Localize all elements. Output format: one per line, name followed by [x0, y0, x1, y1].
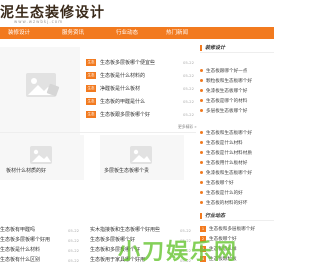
more-link[interactable]: 更多精彩 »: [178, 124, 197, 130]
news-row[interactable]: 生态 生态板多层板哪个便宜些 05-22: [86, 58, 194, 68]
news-date: 05-22: [182, 99, 194, 104]
bottom-list-item[interactable]: 生态板有什么区别: [0, 256, 40, 265]
bottom-list-date: 05-22: [68, 258, 80, 263]
news-date: 05-22: [182, 86, 194, 91]
category-tag: 生态: [86, 72, 96, 79]
news-title[interactable]: 生态板是什么材料的: [100, 71, 145, 81]
bullet-icon: [200, 191, 203, 194]
bullet-icon: [200, 89, 203, 92]
sidebar-item-label: 免漆板生态板哪个好: [206, 89, 248, 94]
news-row[interactable]: 生态 净醛板是什么板材 05-22: [86, 84, 194, 94]
news-date: 05-22: [182, 73, 194, 78]
sidebar-item[interactable]: 生态板的材料的好坏: [200, 199, 247, 208]
category-tag: 生态: [86, 98, 96, 105]
sidebar-item[interactable]: 生态板跟哪个好一点: [200, 67, 247, 76]
sidebar-section-title: 装修设计: [205, 45, 226, 51]
sidebar-item-label: 生态板和生态板哪个好: [206, 131, 252, 136]
news-title[interactable]: 净醛板是什么板材: [100, 84, 140, 94]
main-nav: 装修设计 服务资讯 行业动态 热门新闻: [0, 27, 274, 39]
sidebar-item-label: 生态板跟哪个好一点: [206, 69, 248, 74]
sidebar-item-label: 颗粒板和生态板哪个好: [206, 79, 252, 84]
nav-item-hot-news[interactable]: 热门新闻: [166, 27, 188, 39]
bullet-icon: [200, 141, 203, 144]
sidebar-item[interactable]: 生态板是什么的好: [200, 189, 243, 198]
sidebar-item-label: 免漆板和生态板哪个好: [206, 171, 252, 176]
sidebar-section-header: 装修设计: [200, 43, 274, 53]
site-logo-url: www.wzwbkj.com: [14, 19, 64, 24]
sidebar-item-label: 生态板和多层板哪个好: [209, 227, 255, 232]
nav-item-industry[interactable]: 行业动态: [116, 27, 138, 39]
sidebar-item-label: 生态板是什么材料材质: [206, 151, 252, 156]
sidebar-item-label: 生态板的材料的好坏: [206, 201, 248, 206]
bullet-icon: [200, 151, 203, 154]
sidebar-item[interactable]: 免漆板和生态板哪个好: [200, 169, 252, 178]
category-tag: 生态: [86, 85, 96, 92]
bottom-list-date: 05-22: [68, 228, 80, 233]
sidebar-item-label: 生态板是哪个的材料: [206, 99, 248, 104]
image-placeholder-icon: [26, 73, 60, 97]
rank-badge: 1: [200, 225, 206, 232]
bullet-icon: [200, 171, 203, 174]
header: 泥生态装修设计 www.wzwbkj.com: [0, 0, 274, 27]
page: 泥生态装修设计 www.wzwbkj.com 装修设计 服务资讯 行业动态 热门…: [0, 0, 274, 269]
sidebar-item[interactable]: 生态板是什么材料材质: [200, 149, 252, 158]
sidebar-item[interactable]: 生态板是哪个的材料: [200, 97, 247, 106]
sidebar-item-label: 生态板是什么的好: [206, 191, 243, 196]
sidebar-item[interactable]: 免漆板生态板哪个好: [200, 87, 247, 96]
nav-item-service-news[interactable]: 服务资讯: [62, 27, 84, 39]
sidebar-item[interactable]: 生态板哪个好: [200, 179, 234, 188]
bullet-icon: [200, 79, 203, 82]
nav-item-design[interactable]: 装修设计: [8, 27, 30, 39]
news-title[interactable]: 生态板跟多层板哪个好: [100, 110, 150, 120]
bullet-icon: [200, 99, 203, 102]
sidebar-item-label: 多层板生态板哪个好: [206, 109, 248, 114]
bottom-list-date: 05-22: [68, 238, 80, 243]
sidebar-item-label: 生态板是什么材料: [206, 141, 243, 146]
sidebar-item[interactable]: 颗粒板和生态板哪个好: [200, 77, 252, 86]
news-row[interactable]: 生态 生态板的甲醛是什么 05-22: [86, 97, 194, 107]
sidebar-item-label: 生态板哪个好: [206, 181, 234, 186]
sidebar-item[interactable]: 生态板和生态板哪个好: [200, 129, 252, 138]
news-date: 05-22: [182, 60, 194, 65]
news-title[interactable]: 生态板多层板哪个便宜些: [100, 58, 155, 68]
card-caption[interactable]: 板材什么材质的好: [6, 167, 46, 174]
sidebar-item-label: 生态板用什么板材好: [206, 161, 248, 166]
sidebar-item[interactable]: 多层板生态板哪个好: [200, 107, 247, 116]
bullet-icon: [200, 131, 203, 134]
accent-bar: [200, 213, 202, 219]
bullet-icon: [200, 161, 203, 164]
sidebar-item[interactable]: 生态板是什么材料: [200, 139, 243, 148]
card-caption[interactable]: 多层板生态板哪个贵: [104, 167, 149, 174]
news-title[interactable]: 生态板的甲醛是什么: [100, 97, 145, 107]
accent-bar: [200, 45, 202, 51]
bottom-list-item[interactable]: 生态板多层板哪个好用: [0, 236, 50, 245]
image-placeholder-icon: [30, 146, 52, 164]
news-row[interactable]: 生态 生态板是什么材料的 05-22: [86, 71, 194, 81]
bullet-icon: [200, 109, 203, 112]
bullet-icon: [200, 201, 203, 204]
sidebar-item[interactable]: 生态板用什么板材好: [200, 159, 247, 168]
watermark: 小刀娱乐网: [118, 240, 239, 265]
news-date: 05-22: [182, 112, 194, 117]
category-tag: 生态: [86, 111, 96, 118]
bottom-list-date: 05-22: [68, 248, 80, 253]
bottom-list-item[interactable]: 生态板是什么材料: [0, 246, 40, 255]
sidebar-section-title: 行业动态: [205, 213, 226, 219]
divider: [0, 132, 196, 133]
category-tag: 生态: [86, 59, 96, 66]
news-row[interactable]: 生态 生态板跟多层板哪个好 05-22: [86, 110, 194, 120]
sidebar-item[interactable]: 1 生态板和多层板哪个好: [200, 225, 255, 234]
sidebar-section-header: 行业动态: [200, 211, 274, 221]
bullet-icon: [200, 181, 203, 184]
bottom-list-item[interactable]: 生态板有甲醛吗: [0, 226, 35, 235]
bullet-icon: [200, 69, 203, 72]
image-placeholder-icon: [130, 146, 152, 164]
